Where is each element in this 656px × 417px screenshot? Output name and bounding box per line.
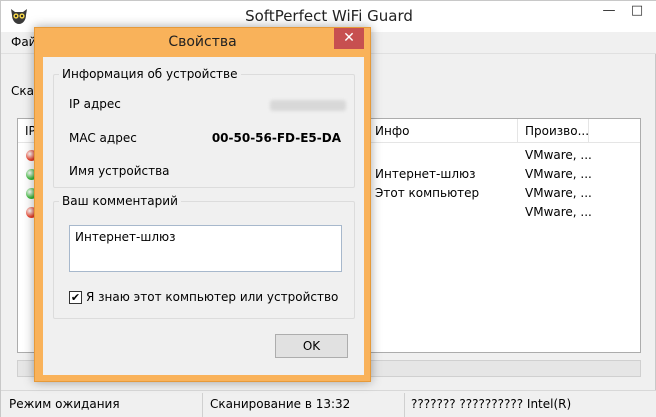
device-info-group: Информация об устройстве IP адрес MAC ад… xyxy=(53,67,355,188)
column-separator[interactable] xyxy=(588,119,589,143)
mac-address-label: MAC адрес xyxy=(69,131,137,145)
close-button[interactable]: ✕ xyxy=(334,28,364,49)
minimize-button[interactable]: — xyxy=(595,1,623,23)
dialog-body: Информация об устройстве IP адрес MAC ад… xyxy=(43,57,364,375)
device-name-label: Имя устройства xyxy=(69,164,170,178)
known-device-label[interactable]: Я знаю этот компьютер или устройство xyxy=(86,290,338,304)
status-scan-time: Сканирование в 13:32 xyxy=(210,397,351,411)
ip-address-redacted-value xyxy=(270,100,346,111)
dialog-titlebar[interactable]: Свойства ✕ xyxy=(35,28,370,57)
column-separator[interactable] xyxy=(517,119,518,143)
dialog-title: Свойства xyxy=(168,34,237,50)
status-bar: Режим ожидания Сканирование в 13:32 ????… xyxy=(1,390,656,417)
ok-button[interactable]: OK xyxy=(275,334,348,358)
comment-group: Ваш комментарий Интернет-шлюз ✔ Я знаю э… xyxy=(53,194,355,319)
info-cell: Этот компьютер xyxy=(375,186,480,200)
comment-group-title: Ваш комментарий xyxy=(59,194,181,208)
vendor-cell: VMware, ... xyxy=(525,167,592,181)
properties-dialog: Свойства ✕ Информация об устройстве IP а… xyxy=(34,27,371,382)
window-title: SoftPerfect WiFi Guard xyxy=(245,7,413,25)
vendor-cell: VMware, ... xyxy=(525,205,592,219)
column-header-vendor[interactable]: Произво... xyxy=(525,124,589,138)
column-header-info[interactable]: Инфо xyxy=(375,124,409,138)
known-device-checkbox[interactable]: ✔ xyxy=(69,291,82,304)
maximize-button[interactable]: □ xyxy=(623,1,651,23)
status-separator xyxy=(202,393,203,417)
ip-address-label: IP адрес xyxy=(69,97,121,111)
vendor-cell: VMware, ... xyxy=(525,148,592,162)
status-adapter: ??????? ?????????? Intel(R) xyxy=(411,397,572,411)
checkmark-icon: ✔ xyxy=(70,291,81,304)
vendor-cell: VMware, ... xyxy=(525,186,592,200)
status-separator xyxy=(404,393,405,417)
menu-file[interactable]: Фай xyxy=(11,35,36,49)
device-info-group-title: Информация об устройстве xyxy=(59,67,241,81)
status-state: Режим ожидания xyxy=(9,397,120,411)
comment-input[interactable]: Интернет-шлюз xyxy=(69,225,342,272)
mac-address-value: 00-50-56-FD-E5-DA xyxy=(211,131,341,145)
info-cell: Интернет-шлюз xyxy=(375,167,476,181)
